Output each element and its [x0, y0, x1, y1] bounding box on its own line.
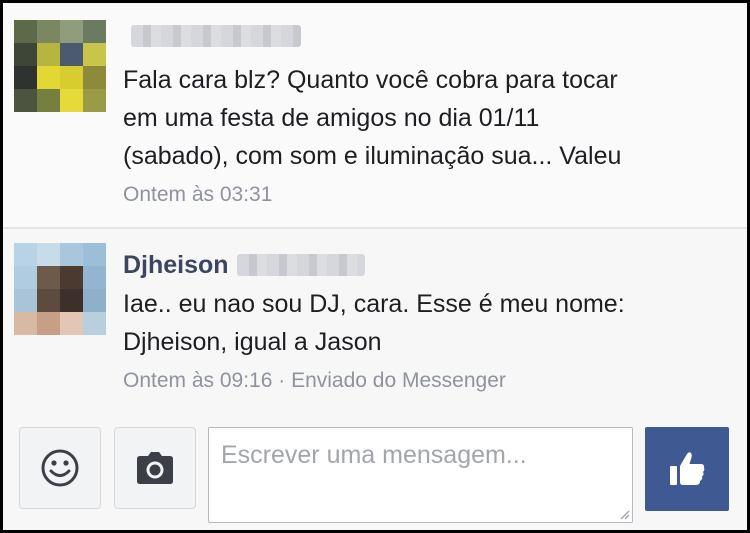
message-line: (sabado), com som e iluminação sua... Va…: [123, 142, 622, 170]
message-text: Fala cara blz? Quanto você cobra para to…: [123, 61, 733, 175]
like-button[interactable]: [645, 427, 729, 511]
message-line: Fala cara blz? Quanto você cobra para to…: [123, 66, 618, 94]
camera-button[interactable]: [114, 427, 196, 509]
chat-window: Fala cara blz? Quanto você cobra para to…: [3, 3, 747, 530]
message-line: Djheison, igual a Jason: [123, 328, 382, 356]
avatar[interactable]: [14, 243, 106, 335]
sender-name-row: [123, 25, 301, 47]
message-composer: Escrever uma mensagem...: [3, 419, 747, 530]
message-timestamp: Ontem às 09:16 · Enviado do Messenger: [123, 369, 506, 392]
thumbs-up-icon: [670, 452, 705, 485]
avatar[interactable]: [14, 20, 106, 112]
message-line: em uma festa de amigos no dia 01/11: [123, 104, 540, 132]
blurred-name: [131, 25, 301, 47]
message-input[interactable]: Escrever uma mensagem...: [208, 427, 633, 523]
message-item: Djheison Iae.. eu nao sou DJ, cara. Esse…: [3, 229, 747, 419]
emoji-button[interactable]: [19, 427, 101, 509]
sender-name-row: Djheison: [123, 249, 365, 281]
camera-icon: [137, 452, 173, 484]
message-line: Iae.. eu nao sou DJ, cara. Esse é meu no…: [123, 290, 625, 318]
message-item: Fala cara blz? Quanto você cobra para to…: [3, 3, 747, 227]
smiley-icon: [41, 449, 79, 487]
message-text: Iae.. eu nao sou DJ, cara. Esse é meu no…: [123, 285, 733, 361]
resize-grip-icon[interactable]: [618, 508, 630, 520]
sender-name[interactable]: Djheison: [123, 249, 229, 281]
message-timestamp: Ontem às 03:31: [123, 183, 273, 206]
blurred-name: [236, 254, 365, 276]
message-input-placeholder: Escrever uma mensagem...: [221, 441, 527, 469]
